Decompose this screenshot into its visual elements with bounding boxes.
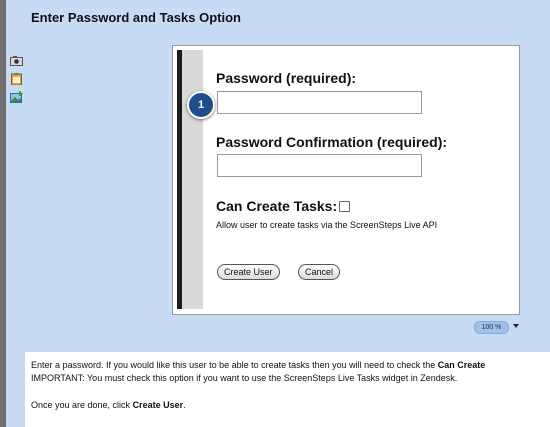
can-create-tasks-label: Can Create Tasks: xyxy=(216,198,338,214)
can-create-tasks-help: Allow user to create tasks via the Scree… xyxy=(216,220,438,230)
zoom-level[interactable]: 100 % xyxy=(474,321,509,334)
camera-icon[interactable] xyxy=(10,55,23,67)
form-screenshot: 1 Password (required): Password Confirma… xyxy=(172,45,520,315)
side-toolbar xyxy=(10,55,24,109)
frame-gray-bar xyxy=(182,50,203,309)
password-confirmation-label: Password Confirmation (required): xyxy=(216,134,448,150)
password-confirmation-field[interactable] xyxy=(217,154,422,177)
description-line-2: IMPORTANT: You must check this option if… xyxy=(31,373,458,383)
zoom-dropdown-icon[interactable] xyxy=(513,324,519,328)
create-user-button[interactable]: Create User xyxy=(217,264,280,280)
step-title: Enter Password and Tasks Option xyxy=(31,10,241,25)
description-line-3: Once you are done, click Create User. xyxy=(31,400,186,410)
can-create-tasks-checkbox[interactable] xyxy=(339,201,350,212)
password-field[interactable] xyxy=(217,91,422,114)
left-edge-bar xyxy=(0,0,6,427)
cancel-button[interactable]: Cancel xyxy=(298,264,341,280)
step-description: Enter a password. If you would like this… xyxy=(25,352,550,427)
clipboard-icon[interactable] xyxy=(10,73,23,85)
password-label: Password (required): xyxy=(216,70,357,86)
image-add-icon[interactable] xyxy=(10,91,23,103)
step-marker: 1 xyxy=(187,91,215,119)
description-line-1: Enter a password. If you would like this… xyxy=(31,360,486,370)
